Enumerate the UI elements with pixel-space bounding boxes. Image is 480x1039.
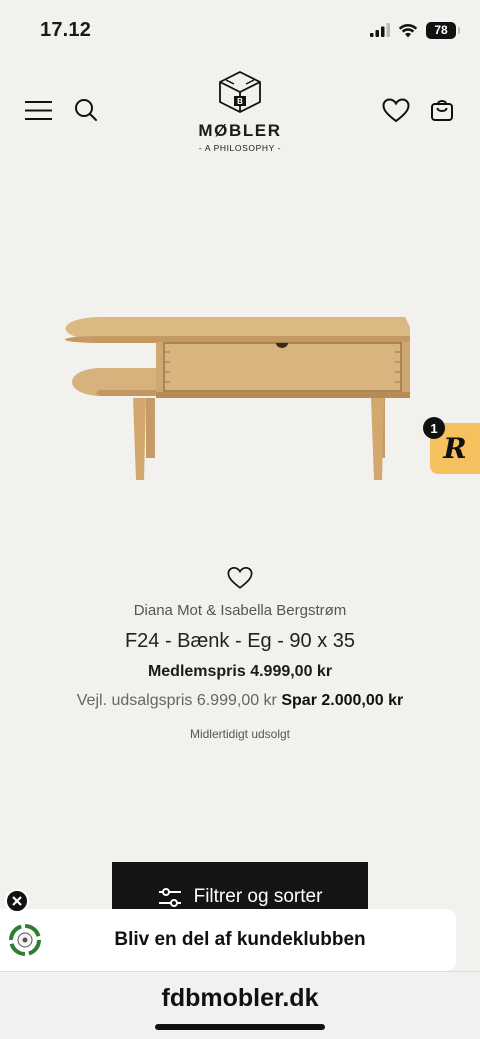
club-loyalty-icon [9, 924, 41, 956]
customer-club-banner[interactable]: Bliv en del af kundeklubben [0, 909, 456, 971]
favorite-button[interactable] [227, 566, 253, 590]
rewards-logo: R [443, 432, 467, 465]
logo-emblem-icon: B [219, 70, 261, 114]
menu-icon [24, 100, 52, 120]
stock-status: Midlertidigt udsolgt [189, 727, 291, 741]
retail-price: Vejl. udsalgspris 6.999,00 kr [76, 692, 277, 709]
menu-button[interactable] [20, 92, 56, 128]
savings-label: Spar 2.000,00 kr [281, 692, 404, 709]
rewards-badge: 1 [423, 417, 445, 439]
battery-level: 78 [434, 23, 448, 37]
search-icon [75, 99, 97, 121]
filter-sort-label: Filtrer og sorter [193, 886, 323, 907]
home-indicator [155, 1024, 325, 1030]
member-price: Medlemspris 4.999,00 kr [147, 663, 333, 680]
heart-icon [227, 566, 253, 589]
bag-icon [431, 100, 453, 121]
price-row: Vejl. udsalgspris 6.999,00 kr Spar 2.000… [0, 692, 480, 710]
status-bar: 17.12 78 [0, 0, 480, 56]
customer-club-label: Bliv en del af kundeklubben [114, 929, 366, 950]
product-designer: Diana Mot & Isabella Bergstrøm [133, 602, 347, 619]
product-title[interactable]: F24 - Bænk - Eg - 90 x 35 [0, 630, 480, 653]
search-button[interactable] [68, 92, 104, 128]
wishlist-button[interactable] [378, 92, 414, 128]
browser-url: fdbmobler.dk [161, 984, 319, 1012]
signal-icon [370, 23, 390, 37]
svg-text:B: B [237, 97, 243, 106]
close-banner-button[interactable] [5, 889, 29, 913]
browser-address-bar[interactable]: fdbmobler.dk [0, 971, 480, 1039]
cart-button[interactable] [424, 92, 460, 128]
product-image[interactable] [60, 300, 420, 490]
heart-icon [382, 97, 410, 122]
site-header: B MØBLER - A PHILOSOPHY - [0, 66, 480, 156]
wifi-icon [398, 23, 418, 37]
status-icons: 78 [370, 20, 460, 40]
logo-wordmark: MØBLER [198, 121, 282, 140]
logo-tagline: - A PHILOSOPHY - [198, 143, 282, 153]
sliders-icon [158, 888, 181, 907]
battery-icon: 78 [426, 21, 460, 39]
status-time: 17.12 [40, 19, 92, 41]
close-icon [12, 896, 22, 906]
site-logo[interactable]: B MØBLER - A PHILOSOPHY - [190, 70, 290, 153]
